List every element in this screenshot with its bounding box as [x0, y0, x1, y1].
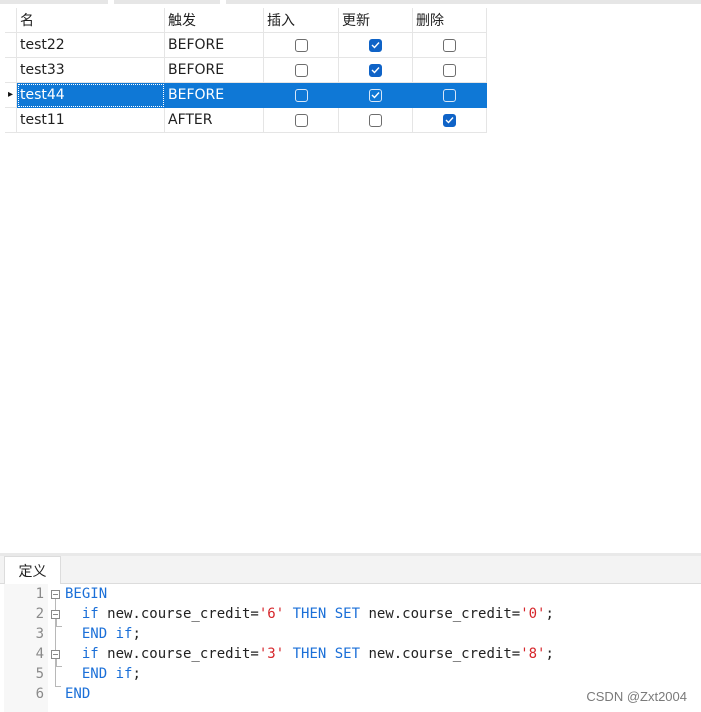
top-strip [0, 0, 701, 4]
row-indicator[interactable] [5, 58, 17, 83]
cell-trigger-timing[interactable]: BEFORE [165, 33, 264, 58]
cell-delete [413, 58, 487, 83]
cell-delete [413, 83, 487, 108]
delete-checkbox[interactable] [443, 63, 456, 77]
line-number: 3 [35, 626, 44, 642]
table-row[interactable]: test33 BEFORE [5, 58, 487, 83]
insert-checkbox[interactable] [294, 63, 308, 77]
insert-checkbox[interactable] [294, 88, 308, 102]
cell-insert [264, 108, 339, 133]
code-line-6: END [65, 686, 91, 702]
cell-delete [413, 33, 487, 58]
update-checkbox[interactable] [369, 38, 382, 52]
update-checkbox[interactable] [369, 63, 382, 77]
insert-checkbox[interactable] [294, 38, 308, 52]
cell-trigger-timing[interactable]: AFTER [165, 108, 264, 133]
insert-checkbox[interactable] [294, 113, 308, 127]
cell-trigger-name[interactable]: test22 [17, 33, 165, 58]
cell-trigger-name[interactable]: test44 [17, 83, 165, 108]
watermark: CSDN @Zxt2004 [586, 689, 687, 704]
code-line-5: END if; [81, 666, 141, 682]
column-header-trigger[interactable]: 触发 [165, 8, 264, 33]
fold-guide-end [56, 666, 62, 667]
fold-guide-end [56, 626, 62, 627]
line-number: 2 [35, 606, 44, 622]
current-row-pointer-icon[interactable]: ▸ [5, 83, 17, 108]
trigger-grid: 名 触发 插入 更新 删除 test22 BEFORE test33 BEFORE ▸ t… [5, 8, 487, 133]
tab-definition[interactable]: 定义 [4, 556, 61, 584]
cell-delete [413, 108, 487, 133]
cell-insert [264, 83, 339, 108]
table-row[interactable]: ▸ test44 BEFORE [5, 83, 487, 108]
grid-body: test22 BEFORE test33 BEFORE ▸ test44 BEFORE tes… [5, 33, 487, 133]
fold-guide-end [55, 686, 61, 687]
cell-update [339, 83, 413, 108]
cell-trigger-name[interactable]: test33 [17, 58, 165, 83]
cell-insert [264, 58, 339, 83]
line-number: 1 [35, 586, 44, 602]
cell-trigger-name[interactable]: test11 [17, 108, 165, 133]
code-line-2: if new.course_credit='6' THEN SET new.co… [81, 606, 554, 622]
line-number: 6 [35, 686, 44, 702]
fold-toggle-icon[interactable] [51, 610, 60, 619]
code-line-3: END if; [81, 626, 141, 642]
update-checkbox[interactable] [369, 88, 382, 102]
line-number: 4 [35, 646, 44, 662]
column-header-name[interactable]: 名 [17, 8, 165, 33]
row-indicator[interactable] [5, 108, 17, 133]
column-header-update[interactable]: 更新 [339, 8, 413, 33]
code-line-1: BEGIN [65, 586, 108, 602]
grid-header-row: 名 触发 插入 更新 删除 [5, 8, 487, 33]
fold-toggle-icon[interactable] [51, 590, 60, 599]
column-header-insert[interactable]: 插入 [264, 8, 339, 33]
fold-toggle-icon[interactable] [51, 650, 60, 659]
code-line-4: if new.course_credit='3' THEN SET new.co… [81, 646, 554, 662]
update-checkbox[interactable] [369, 113, 382, 127]
delete-checkbox[interactable] [443, 88, 456, 102]
cell-update [339, 33, 413, 58]
delete-checkbox[interactable] [443, 38, 456, 52]
column-header-delete[interactable]: 删除 [413, 8, 487, 33]
row-indicator[interactable] [5, 33, 17, 58]
bottom-tab-bar: 定义 [0, 556, 701, 584]
row-indicator-header [5, 8, 17, 33]
cell-trigger-timing[interactable]: BEFORE [165, 58, 264, 83]
cell-update [339, 108, 413, 133]
cell-update [339, 58, 413, 83]
line-number: 5 [35, 666, 44, 682]
table-row[interactable]: test22 BEFORE [5, 33, 487, 58]
table-row[interactable]: test11 AFTER [5, 108, 487, 133]
delete-checkbox[interactable] [443, 113, 456, 127]
cell-insert [264, 33, 339, 58]
cell-trigger-timing[interactable]: BEFORE [165, 83, 264, 108]
